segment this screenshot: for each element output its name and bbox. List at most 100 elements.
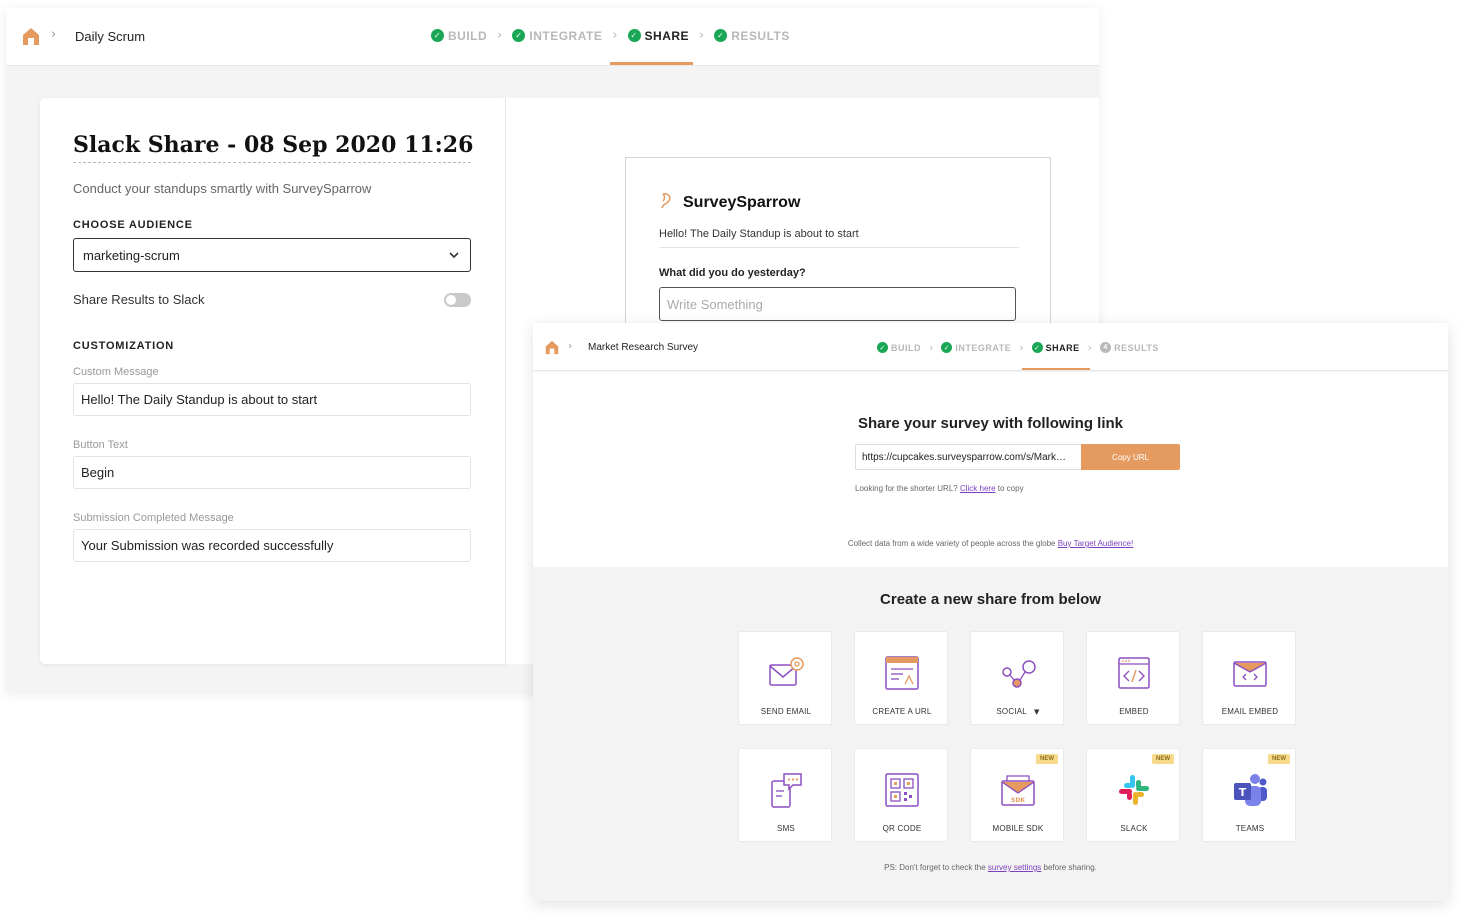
- share-tile-slack[interactable]: NEW SLACK: [1086, 748, 1180, 842]
- tile-label: CREATE A URL: [872, 707, 932, 716]
- slack-share-form: Slack Share - 08 Sep 2020 11:26 Conduct …: [40, 98, 506, 664]
- check-icon: ✓: [941, 342, 953, 353]
- submission-message-input[interactable]: Your Submission was recorded successfull…: [73, 529, 471, 562]
- step-share-label: SHARE: [644, 28, 690, 43]
- chevron-right-icon: ›: [1019, 341, 1024, 354]
- composite-screenshot: › Daily Scrum ✓ BUILD › ✓ INTEGRATE › ✓ …: [0, 0, 1464, 916]
- share-tile-embed[interactable]: EMBED: [1086, 631, 1180, 725]
- share-tile-send-email[interactable]: SEND EMAIL: [738, 631, 832, 725]
- custom-message-label: Custom Message: [73, 366, 159, 378]
- tile-label: SOCIAL ▼: [971, 707, 1065, 716]
- ps-suffix: before sharing.: [1043, 863, 1097, 872]
- audience-select[interactable]: marketing-scrum: [73, 238, 471, 272]
- buy-target-audience-link[interactable]: Buy Target Audience!: [1058, 539, 1133, 548]
- share-tile-sms[interactable]: SMS: [738, 748, 832, 842]
- check-icon: ✓: [877, 342, 888, 353]
- step-build[interactable]: ✓ BUILD: [431, 29, 487, 43]
- breadcrumb-chevron-icon: ›: [51, 27, 57, 42]
- share-tile-qr-code[interactable]: QR CODE: [854, 748, 948, 842]
- home-icon[interactable]: [545, 340, 559, 355]
- check-icon: ✓: [1031, 342, 1043, 353]
- share-link-heading: Share your survey with following link: [857, 415, 1124, 432]
- submission-message-label: Submission Completed Message: [73, 512, 234, 524]
- step-number-badge: 4: [1100, 342, 1112, 353]
- chevron-right-icon: ›: [1087, 341, 1093, 354]
- ps-prefix: PS: Don't forget to check the: [884, 863, 986, 872]
- copy-url-button[interactable]: Copy URL: [1081, 444, 1180, 470]
- share-results-toggle[interactable]: [444, 293, 471, 307]
- tile-label: MOBILE SDK: [992, 824, 1044, 833]
- button-text-label: Button Text: [73, 439, 128, 451]
- breadcrumb-survey-name[interactable]: Daily Scrum: [75, 29, 145, 44]
- send-email-icon: [769, 657, 804, 686]
- qr-code-icon: [885, 773, 919, 807]
- button-text-input[interactable]: Begin: [73, 456, 471, 489]
- svg-text:SDK: SDK: [1011, 797, 1025, 804]
- check-icon: ✓: [512, 29, 526, 42]
- chevron-right-icon: ›: [699, 28, 705, 43]
- step-build-label: BUILD: [448, 28, 488, 43]
- active-tab-indicator: [1022, 368, 1090, 370]
- step-integrate[interactable]: ✓ INTEGRATE: [512, 29, 602, 43]
- step-results-label: RESULTS: [1114, 342, 1159, 353]
- top-nav-bar: › Daily Scrum ✓ BUILD › ✓ INTEGRATE › ✓ …: [6, 8, 1099, 66]
- mobile-sdk-icon: SDK: [1001, 775, 1035, 806]
- step-integrate[interactable]: ✓ INTEGRATE: [941, 342, 1011, 353]
- customization-label: CUSTOMIZATION: [73, 340, 175, 352]
- survey-settings-reminder: PS: Don't forget to check the survey set…: [533, 863, 1448, 872]
- shorter-url-suffix: to copy: [997, 484, 1024, 493]
- step-results[interactable]: 4 RESULTS: [1100, 342, 1159, 353]
- step-share-label: SHARE: [1045, 342, 1080, 353]
- share-link-section: Share your survey with following link ht…: [533, 372, 1448, 567]
- preview-message: Hello! The Daily Standup is about to sta…: [659, 228, 1019, 248]
- preview-question: What did you do yesterday?: [659, 267, 806, 279]
- check-icon: ✓: [627, 29, 641, 42]
- collect-text: Collect data from a wide variety of peop…: [847, 539, 1056, 548]
- share-tile-teams[interactable]: NEW T TEAMS: [1202, 748, 1296, 842]
- tile-label: QR CODE: [882, 824, 922, 833]
- new-badge: NEW: [1152, 754, 1174, 764]
- tile-label: EMBED: [1119, 707, 1149, 716]
- social-icon: [1002, 660, 1036, 688]
- svg-text:T: T: [1239, 786, 1247, 799]
- step-integrate-label: INTEGRATE: [955, 342, 1012, 353]
- share-tile-email-embed[interactable]: EMAIL EMBED: [1202, 631, 1296, 725]
- choose-audience-label: CHOOSE AUDIENCE: [73, 219, 193, 231]
- shorter-url-hint: Looking for the shorter URL? Click here …: [855, 484, 1024, 493]
- check-icon: ✓: [431, 29, 444, 42]
- breadcrumb-survey-name[interactable]: Market Research Survey: [588, 342, 698, 353]
- step-build[interactable]: ✓ BUILD: [877, 342, 921, 353]
- chevron-right-icon: ›: [497, 28, 503, 43]
- step-integrate-label: INTEGRATE: [529, 28, 603, 43]
- shorter-url-link[interactable]: Click here: [960, 484, 996, 493]
- survey-settings-link[interactable]: survey settings: [988, 863, 1041, 872]
- new-badge: NEW: [1268, 754, 1290, 764]
- share-tile-social[interactable]: SOCIAL ▼: [970, 631, 1064, 725]
- create-url-icon: [885, 656, 919, 690]
- custom-message-input[interactable]: Hello! The Daily Standup is about to sta…: [73, 383, 471, 416]
- home-icon[interactable]: [22, 27, 40, 46]
- top-nav-bar: › Market Research Survey ✓ BUILD › ✓ INT…: [533, 323, 1448, 371]
- step-share[interactable]: ✓ SHARE: [1031, 342, 1080, 353]
- toggle-knob: [446, 295, 456, 305]
- share-tile-create-url[interactable]: CREATE A URL: [854, 631, 948, 725]
- step-share[interactable]: ✓ SHARE: [627, 28, 690, 43]
- social-label: SOCIAL: [996, 707, 1027, 716]
- preview-answer-input[interactable]: Write Something: [659, 287, 1016, 321]
- tile-label: SEND EMAIL: [760, 707, 812, 716]
- survey-url-field[interactable]: https://cupcakes.surveysparrow.com/s/Mar…: [855, 444, 1081, 470]
- share-tile-mobile-sdk[interactable]: NEW SDK MOBILE SDK: [970, 748, 1064, 842]
- chevron-right-icon: ›: [612, 28, 618, 43]
- brand-name: SurveySparrow: [683, 194, 801, 211]
- tile-label: EMAIL EMBED: [1221, 707, 1279, 716]
- tile-label: SLACK: [1120, 824, 1148, 833]
- audience-select-value: marketing-scrum: [83, 247, 180, 263]
- step-results-label: RESULTS: [731, 28, 790, 43]
- new-badge: NEW: [1036, 754, 1058, 764]
- step-results[interactable]: ✓ RESULTS: [714, 29, 790, 43]
- teams-icon: T: [1234, 774, 1267, 806]
- shorter-url-prefix: Looking for the shorter URL?: [855, 484, 958, 493]
- create-share-heading: Create a new share from below: [880, 591, 1101, 608]
- step-navigation: ✓ BUILD › ✓ INTEGRATE › ✓ SHARE › ✓ RESU…: [431, 28, 790, 43]
- share-title[interactable]: Slack Share - 08 Sep 2020 11:26: [73, 132, 473, 163]
